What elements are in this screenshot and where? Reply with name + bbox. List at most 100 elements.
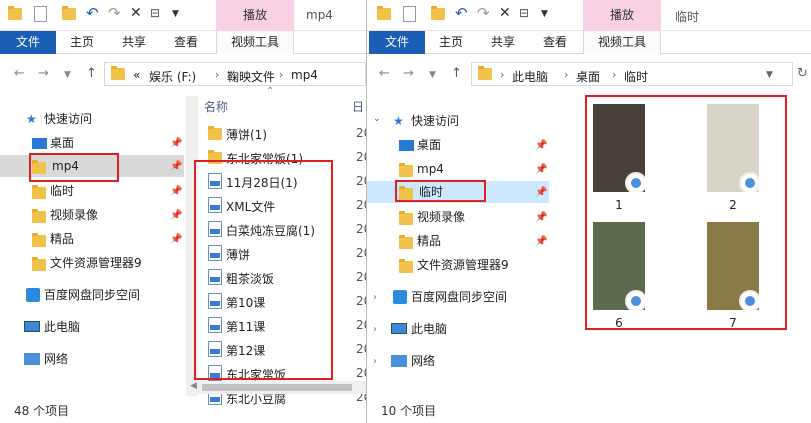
address-box[interactable]: › 此电脑 › 桌面 › 临时 ▼: [471, 62, 793, 86]
chevron-right-icon[interactable]: ›: [564, 68, 568, 81]
rename-icon[interactable]: ⊟: [519, 6, 533, 20]
properties-icon[interactable]: [34, 6, 47, 22]
file-date: 20: [356, 126, 366, 140]
tab-view[interactable]: 查看: [533, 31, 577, 54]
chevron-right-icon[interactable]: ›: [215, 68, 219, 81]
breadcrumb-desktop[interactable]: 桌面: [576, 68, 600, 85]
new-folder-icon[interactable]: [431, 6, 445, 22]
pin-icon[interactable]: 📌: [535, 212, 547, 223]
breadcrumb-folder[interactable]: 鞠映文件: [227, 68, 275, 85]
refresh-icon[interactable]: ↻: [797, 66, 808, 81]
cloud-icon: [393, 290, 407, 304]
breadcrumb-current[interactable]: mp4: [291, 68, 318, 82]
folder-icon: [208, 126, 222, 140]
up-icon[interactable]: ↑: [86, 66, 97, 81]
chevron-right-icon[interactable]: ›: [500, 68, 504, 81]
thumbnail-label: 7: [729, 316, 737, 330]
tab-home[interactable]: 主页: [429, 31, 473, 54]
breadcrumb-overflow[interactable]: «: [133, 68, 140, 82]
address-dropdown-icon[interactable]: ▼: [766, 70, 773, 80]
folder-icon[interactable]: [377, 6, 391, 22]
back-icon[interactable]: ←: [14, 66, 25, 81]
breadcrumb-pc[interactable]: 此电脑: [512, 68, 548, 85]
horizontal-scrollbar[interactable]: ◀: [186, 381, 366, 394]
tab-video-tools[interactable]: 视频工具: [583, 31, 661, 54]
expand-chevron-icon[interactable]: ›: [373, 292, 377, 303]
address-bar-row: ← → ▼ ↑ « 娱乐 (F:) › 鞠映文件 › mp4: [0, 60, 366, 88]
scroll-left-icon[interactable]: ◀: [190, 381, 197, 391]
undo-icon[interactable]: ↶: [86, 4, 100, 22]
pin-icon[interactable]: 📌: [170, 210, 182, 221]
ribbon-tabs: 文件 主页 共享 查看 视频工具: [367, 31, 811, 54]
column-header-date[interactable]: 日: [352, 98, 364, 115]
sort-up-icon[interactable]: ⌃: [266, 86, 274, 97]
pin-icon[interactable]: 📌: [535, 164, 547, 175]
breadcrumb-current[interactable]: 临时: [624, 68, 648, 85]
delete-icon[interactable]: ✕: [130, 5, 144, 21]
redo-icon[interactable]: ↷: [108, 4, 122, 22]
tab-file[interactable]: 文件: [0, 31, 56, 54]
file-date: 20: [356, 222, 366, 236]
highlight-box-files: [194, 160, 333, 380]
tab-view[interactable]: 查看: [164, 31, 208, 54]
pin-icon[interactable]: 📌: [170, 234, 182, 245]
pin-icon[interactable]: 📌: [170, 138, 182, 149]
pin-icon[interactable]: 📌: [535, 187, 547, 198]
file-date: 20: [356, 198, 366, 212]
context-tab-play[interactable]: 播放: [216, 0, 294, 31]
tab-home[interactable]: 主页: [60, 31, 104, 54]
video-thumbnail[interactable]: [707, 104, 759, 192]
tab-file[interactable]: 文件: [369, 31, 425, 54]
qat-dropdown-icon[interactable]: ▼: [541, 9, 555, 23]
video-thumbnail[interactable]: [707, 222, 759, 310]
folder-icon: [478, 66, 492, 83]
properties-icon[interactable]: [403, 6, 416, 22]
delete-icon[interactable]: ✕: [499, 5, 513, 21]
scrollbar-thumb[interactable]: [202, 384, 352, 391]
status-item-count: 10 个项目: [381, 404, 437, 418]
qat-dropdown-icon[interactable]: ▼: [172, 9, 186, 23]
folder-icon: [32, 256, 46, 278]
tab-share[interactable]: 共享: [112, 31, 156, 54]
tab-video-tools[interactable]: 视频工具: [216, 31, 294, 54]
nav-item-desktop[interactable]: 桌面: [32, 132, 182, 154]
pin-icon[interactable]: 📌: [535, 140, 547, 151]
pin-icon[interactable]: 📌: [170, 186, 182, 197]
tab-share[interactable]: 共享: [481, 31, 525, 54]
recent-dropdown-icon[interactable]: ▼: [64, 70, 71, 80]
expand-chevron-icon[interactable]: ›: [373, 356, 377, 367]
up-icon[interactable]: ↑: [451, 66, 462, 81]
computer-icon: [391, 323, 407, 334]
window-title: mp4: [306, 8, 333, 22]
address-box[interactable]: « 娱乐 (F:) › 鞠映文件 › mp4: [104, 62, 366, 86]
new-folder-icon[interactable]: [62, 6, 76, 22]
back-icon[interactable]: ←: [379, 66, 390, 81]
recent-dropdown-icon[interactable]: ▼: [429, 70, 436, 80]
chevron-right-icon[interactable]: ›: [279, 68, 283, 81]
shortcut-icon: [625, 172, 645, 192]
pin-icon[interactable]: 📌: [170, 161, 182, 172]
file-date: 20: [356, 174, 366, 188]
redo-icon[interactable]: ↷: [477, 4, 491, 22]
folder-icon[interactable]: [8, 6, 22, 22]
undo-icon[interactable]: ↶: [455, 4, 469, 22]
forward-icon[interactable]: →: [38, 66, 49, 81]
pin-icon[interactable]: 📌: [535, 236, 547, 247]
context-tab-play[interactable]: 播放: [583, 0, 661, 31]
address-bar-row: ← → ▼ ↑ › 此电脑 › 桌面 › 临时 ▼ ↻: [367, 60, 811, 88]
breadcrumb-drive[interactable]: 娱乐 (F:): [149, 68, 196, 85]
video-thumbnail[interactable]: [593, 222, 645, 310]
nav-item-desktop[interactable]: 桌面: [399, 134, 549, 156]
desktop-icon: [399, 140, 414, 151]
video-thumbnail[interactable]: [593, 104, 645, 192]
chevron-right-icon[interactable]: ›: [612, 68, 616, 81]
forward-icon[interactable]: →: [403, 66, 414, 81]
column-header-name[interactable]: 名称: [204, 98, 228, 115]
highlight-box-temp: [395, 180, 486, 202]
expand-chevron-icon[interactable]: ⌄: [373, 114, 381, 124]
expand-chevron-icon[interactable]: ›: [373, 324, 377, 335]
file-row[interactable]: 薄饼(1) 20: [200, 122, 366, 144]
file-date: 20: [356, 246, 366, 260]
shortcut-icon: [739, 172, 759, 192]
rename-icon[interactable]: ⊟: [150, 6, 164, 20]
